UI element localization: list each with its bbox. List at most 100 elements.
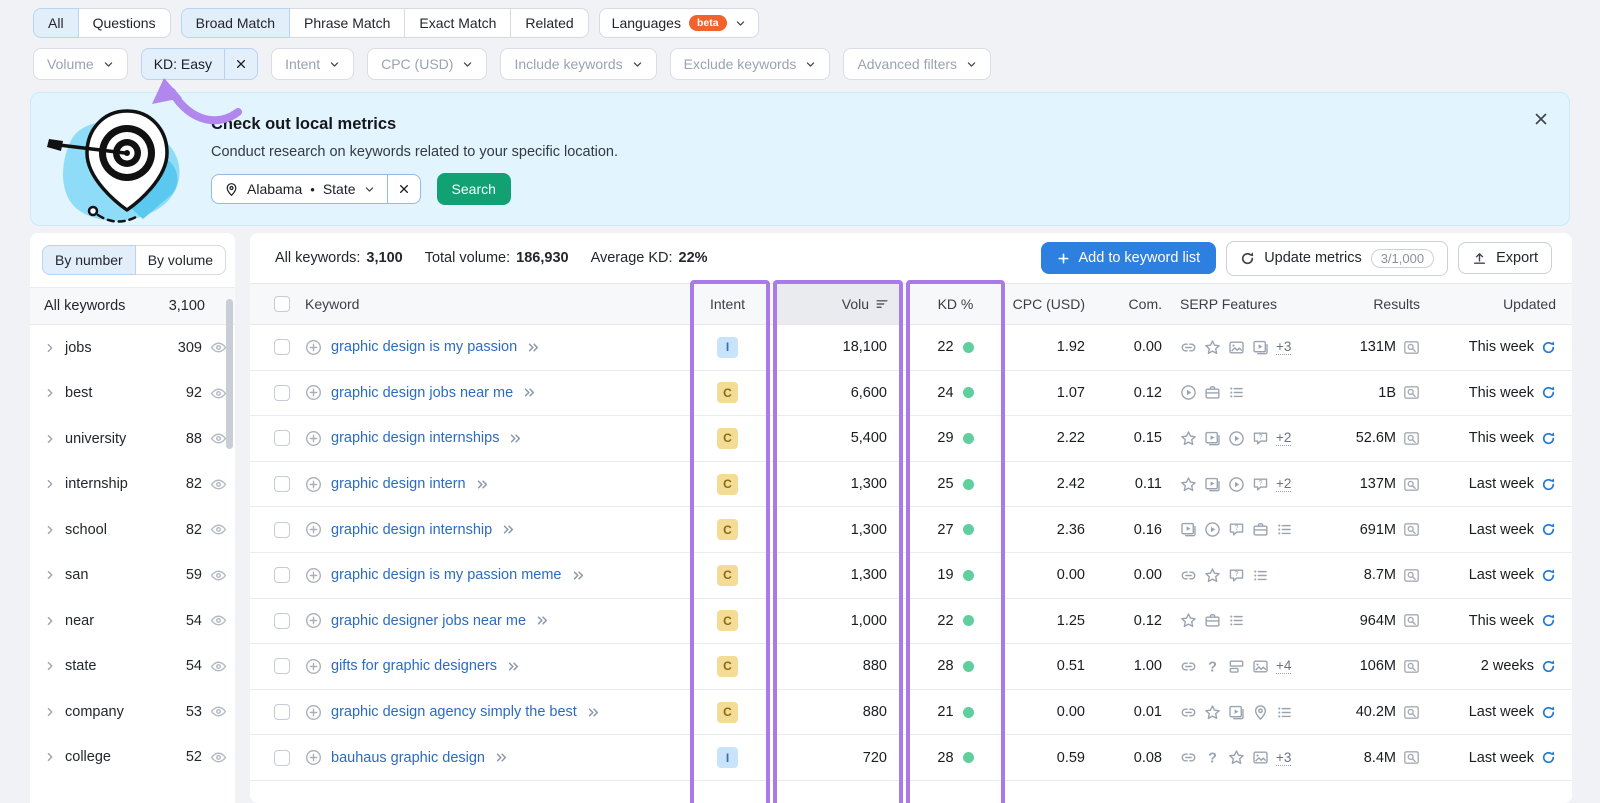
col-cpc[interactable]: CPC (USD)	[980, 284, 1085, 324]
refresh-icon	[1240, 251, 1255, 266]
location-clear-button[interactable]	[387, 175, 420, 203]
plus-circle-icon	[305, 749, 322, 766]
plus-circle-icon	[305, 384, 322, 401]
sidebar-keyword-group[interactable]: college 52	[30, 735, 235, 781]
group-count: 54	[186, 613, 202, 629]
intent-badge[interactable]: C	[717, 382, 738, 403]
sidebar-keyword-group[interactable]: best 92	[30, 371, 235, 417]
row-checkbox[interactable]	[274, 385, 290, 401]
intent-badge[interactable]: I	[717, 337, 738, 358]
tab-group-all-questions: All Questions	[33, 8, 171, 38]
eye-icon[interactable]	[210, 339, 227, 356]
intent-badge[interactable]: C	[717, 610, 738, 631]
toggle-by-volume[interactable]: By volume	[135, 245, 226, 275]
include-keywords-dropdown[interactable]: Include keywords	[500, 48, 656, 80]
update-metrics-button[interactable]: Update metrics 3/1,000	[1226, 241, 1448, 276]
eye-icon[interactable]	[210, 567, 227, 584]
sidebar-keyword-group[interactable]: jobs 309	[30, 325, 235, 371]
tab-broad-match[interactable]: Broad Match	[181, 8, 290, 38]
tab-questions[interactable]: Questions	[78, 8, 171, 38]
advanced-filters-dropdown[interactable]: Advanced filters	[843, 48, 991, 80]
row-checkbox[interactable]	[274, 704, 290, 720]
sidebar-all-keywords-row[interactable]: All keywords 3,100	[30, 287, 235, 325]
intent-badge[interactable]: C	[717, 428, 738, 449]
tab-phrase-match[interactable]: Phrase Match	[289, 8, 405, 38]
arrows-icon	[586, 705, 601, 720]
eye-icon[interactable]	[210, 749, 227, 766]
keyword-link[interactable]: bauhaus graphic design	[331, 750, 485, 766]
intent-badge[interactable]: C	[717, 519, 738, 540]
row-checkbox[interactable]	[274, 613, 290, 629]
row-checkbox[interactable]	[274, 339, 290, 355]
sidebar-keyword-group[interactable]: company 53	[30, 689, 235, 735]
sidebar-keyword-group[interactable]: internship 82	[30, 462, 235, 508]
location-select[interactable]: Alabama • State	[211, 174, 421, 204]
sidebar-keyword-group[interactable]: san 59	[30, 553, 235, 599]
keyword-link[interactable]: gifts for graphic designers	[331, 658, 497, 674]
tab-all[interactable]: All	[33, 8, 79, 38]
eye-icon[interactable]	[210, 612, 227, 629]
star-icon	[1204, 567, 1221, 584]
keyword-link[interactable]: graphic design internships	[331, 430, 499, 446]
keyword-link[interactable]: graphic design internship	[331, 522, 492, 538]
add-to-keyword-list-button[interactable]: Add to keyword list	[1041, 242, 1216, 274]
sidebar-scrollbar[interactable]	[226, 299, 233, 449]
keyword-link[interactable]: graphic design is my passion	[331, 339, 517, 355]
updated-cell: 2 weeks	[1440, 644, 1556, 689]
languages-dropdown[interactable]: Languages beta	[599, 8, 759, 38]
sidebar-keyword-group[interactable]: state 54	[30, 644, 235, 690]
col-com[interactable]: Com.	[1095, 284, 1162, 324]
col-results[interactable]: Results	[1250, 284, 1420, 324]
banner-close-button[interactable]	[1533, 111, 1549, 127]
location-select-value[interactable]: Alabama • State	[212, 175, 387, 203]
video-icon	[1180, 521, 1197, 538]
serp-preview-icon	[1403, 704, 1420, 721]
plus-circle-icon	[305, 658, 322, 675]
col-keyword[interactable]: Keyword	[305, 284, 359, 324]
row-checkbox[interactable]	[274, 430, 290, 446]
exclude-keywords-dropdown[interactable]: Exclude keywords	[670, 48, 831, 80]
eye-icon[interactable]	[210, 703, 227, 720]
sidebar-keyword-group[interactable]: university 88	[30, 416, 235, 462]
keyword-link[interactable]: graphic design agency simply the best	[331, 704, 577, 720]
keyword-link[interactable]: graphic design jobs near me	[331, 385, 513, 401]
keyword-link[interactable]: graphic design is my passion meme	[331, 567, 562, 583]
export-button[interactable]: Export	[1458, 242, 1552, 274]
intent-badge[interactable]: C	[717, 656, 738, 677]
tab-exact-match[interactable]: Exact Match	[404, 8, 511, 38]
intent-badge[interactable]: C	[717, 702, 738, 723]
eye-icon[interactable]	[210, 658, 227, 675]
col-volume[interactable]: Volu	[775, 284, 903, 324]
intent-badge[interactable]: I	[717, 747, 738, 768]
intent-badge[interactable]: C	[717, 565, 738, 586]
volume-filter-dropdown[interactable]: Volume	[33, 48, 128, 80]
row-checkbox[interactable]	[274, 750, 290, 766]
intent-badge[interactable]: C	[717, 474, 738, 495]
keyword-cell: bauhaus graphic design	[305, 735, 509, 780]
row-checkbox[interactable]	[274, 567, 290, 583]
col-updated[interactable]: Updated	[1440, 284, 1556, 324]
sidebar-keyword-group[interactable]: school 82	[30, 507, 235, 553]
refresh-icon	[1541, 613, 1556, 628]
kd-filter-remove-button[interactable]	[224, 49, 257, 79]
eye-icon[interactable]	[210, 385, 227, 402]
col-intent[interactable]: Intent	[683, 284, 772, 324]
row-checkbox[interactable]	[274, 522, 290, 538]
search-button[interactable]: Search	[437, 173, 511, 205]
eye-icon[interactable]	[210, 521, 227, 538]
row-checkbox[interactable]	[274, 476, 290, 492]
select-all-checkbox[interactable]	[274, 296, 290, 312]
kd-easy-filter-chip[interactable]: KD: Easy	[141, 48, 258, 80]
keyword-cell: graphic design internships	[305, 416, 523, 461]
toggle-by-number[interactable]: By number	[42, 245, 136, 275]
cpc-filter-dropdown[interactable]: CPC (USD)	[367, 48, 487, 80]
row-checkbox[interactable]	[274, 658, 290, 674]
tab-related[interactable]: Related	[510, 8, 588, 38]
intent-filter-dropdown[interactable]: Intent	[271, 48, 354, 80]
eye-icon[interactable]	[210, 430, 227, 447]
keyword-link[interactable]: graphic design intern	[331, 476, 466, 492]
kd-dot	[963, 387, 974, 398]
keyword-link[interactable]: graphic designer jobs near me	[331, 613, 526, 629]
sidebar-keyword-group[interactable]: near 54	[30, 598, 235, 644]
eye-icon[interactable]	[210, 476, 227, 493]
